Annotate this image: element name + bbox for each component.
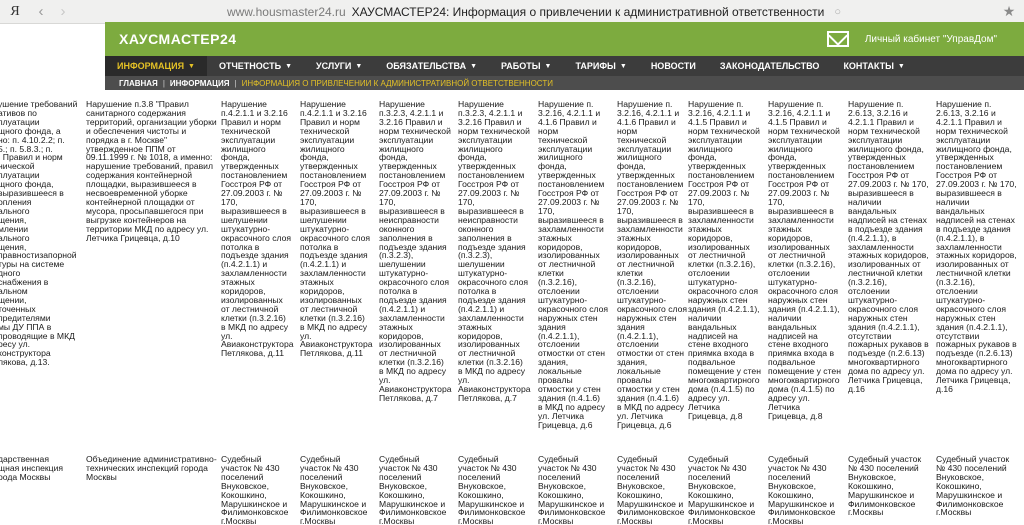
nav-item[interactable]: УСЛУГИ ▼ [304,56,374,76]
page-title: ХАУСМАСТЕР24: Информация о привлечении к… [351,4,825,19]
nav-item[interactable]: НОВОСТИ [639,56,708,76]
address-bar[interactable]: www.housmaster24.ru ХАУСМАСТЕР24: Информ… [74,5,994,19]
nav-item[interactable]: РАБОТЫ ▼ [489,56,563,76]
browser-toolbar: Я ‹ › www.housmaster24.ru ХАУСМАСТЕР24: … [0,0,1024,24]
caret-down-icon: ▼ [285,62,292,70]
nav-item[interactable]: ИНФОРМАЦИЯ ▼ [105,56,207,76]
mail-icon[interactable] [826,31,849,47]
back-arrow-icon[interactable]: ‹ [30,3,52,20]
violation-cell: Нарушение п.3.2.3, 4.2.1.1 и 3.2.16 Правил… [458,99,531,403]
authority-cell: Судебный участок № 430 поселений Внуковско… [848,454,922,518]
lock-icon: ○ [834,5,842,18]
caret-down-icon: ▼ [355,62,363,70]
breadcrumb-separator: | [162,78,165,88]
caret-down-icon: ▼ [470,62,478,70]
violation-cell: Нарушение п. 3.2.16, 4.2.1.1 и 4.1.5 Прави… [688,99,761,421]
authority-cell: Судебный участок № 430 поселений Внуковское… [538,454,606,525]
site-logo[interactable]: ХАУСМАСТЕР24 [119,31,237,47]
caret-down-icon: ▼ [897,62,905,70]
site-header: ХАУСМАСТЕР24 Личный кабинет "УправДом" [105,22,1024,56]
breadcrumb-section[interactable]: ИНФОРМАЦИЯ [170,79,230,88]
authority-cell: дарственная щная инспекция рода Москвы [0,454,64,482]
forward-arrow-icon[interactable]: › [52,3,74,20]
nav-item[interactable]: ОТЧЕТНОСТЬ ▼ [207,56,304,76]
authority-cell: Судебный участок № 430 поселений Внуковское… [458,454,526,525]
nav-item-label: ЗАКОНОДАТЕЛЬСТВО [719,61,820,71]
nav-item-label: НОВОСТИ [650,61,696,71]
authority-cell: Судебный участок № 430 поселений Внуковское… [379,454,447,525]
address-url: www.housmaster24.ru [226,4,346,19]
nav-item-label: ТАРИФЫ [575,61,616,71]
nav-item[interactable]: ТАРИФЫ ▼ [563,56,638,76]
browser-logo[interactable]: Я [0,4,30,20]
violation-cell: Нарушение п.3.2.3, 4.2.1.1 и 3.2.16 Правил… [379,99,452,403]
violation-cell: Нарушение п.3.8 "Правил санитарного содер… [86,99,217,243]
violation-cell: ушение требований ативов по плуатации щного… [0,99,78,368]
nav-item-label: УСЛУГИ [316,61,352,71]
authority-cell: Судебный участок № 430 поселений Внуковское… [768,454,836,525]
authority-cell: Судебный участок № 430 поселений Внуковское… [300,454,368,525]
main-nav: ИНФОРМАЦИЯ ▼ ОТЧЕТНОСТЬ ▼ УСЛУГИ ▼ ОБЯЗАТЕЛЬСТ… [105,56,1024,76]
violation-cell: Нарушение п. 3.2.16, 4.2.1.1 и 4.1.6 Прави… [538,99,609,430]
nav-item-label: КОНТАКТЫ [843,61,894,71]
nav-item-label: ОТЧЕТНОСТЬ [218,61,282,71]
breadcrumb-separator: | [234,78,237,88]
nav-item[interactable]: ЗАКОНОДАТЕЛЬСТВО [708,56,832,76]
caret-down-icon: ▼ [544,62,552,70]
nav-item-label: ИНФОРМАЦИЯ [117,61,185,71]
nav-item-label: ОБЯЗАТЕЛЬСТВА [386,61,467,71]
violation-cell: Нарушение п.4.2.1.1 и 3.2.16 Правил и норм… [221,99,294,359]
nav-item[interactable]: ОБЯЗАТЕЛЬСТВА ▼ [374,56,489,76]
caret-down-icon: ▼ [188,62,195,70]
bookmark-star-icon[interactable]: ★ [994,3,1024,20]
violation-cell: Нарушение п. 2.6.13, 3.2.16 и 4.2.1.1 Прав… [848,99,929,394]
nav-item[interactable]: КОНТАКТЫ ▼ [831,56,916,76]
header-right: Личный кабинет "УправДом" [826,31,997,47]
personal-cabinet-link[interactable]: Личный кабинет "УправДом" [865,34,997,45]
breadcrumb: ГЛАВНАЯ | ИНФОРМАЦИЯ | ИНФОРМАЦИЯ О ПРИВ… [105,76,1024,90]
breadcrumb-home[interactable]: ГЛАВНАЯ [119,79,158,88]
violation-cell: Нарушение п. 3.2.16, 4.2.1.1 и 4.1.6 Прави… [617,99,688,430]
nav-item-label: РАБОТЫ [501,61,541,71]
authority-cell: Объединение административно-технических … [86,454,217,482]
authority-cell: Судебный участок № 430 поселений Внуковское… [688,454,756,525]
violation-cell: Нарушение п.4.2.1.1 и 3.2.16 Правил и норм… [300,99,373,359]
caret-down-icon: ▼ [619,62,627,70]
authority-cell: Судебный участок № 430 поселений Внуковское… [617,454,685,525]
authority-cell: Судебный участок № 430 поселений Внуковское… [221,454,289,525]
violation-cell: Нарушение п. 3.2.16, 4.2.1.1 и 4.1.5 Прави… [768,99,841,421]
breadcrumb-current: ИНФОРМАЦИЯ О ПРИВЛЕЧЕНИИ К АДМИНИСТРАТИВ… [241,78,553,88]
authority-cell: Судебный участок № 430 поселений Внуковско… [936,454,1010,518]
violations-table: ушение требований ативов по плуатации щного… [0,98,1024,525]
violation-cell: Нарушение п. 2.6.13, 3.2.16 и 4.2.1.1 Прав… [936,99,1017,394]
